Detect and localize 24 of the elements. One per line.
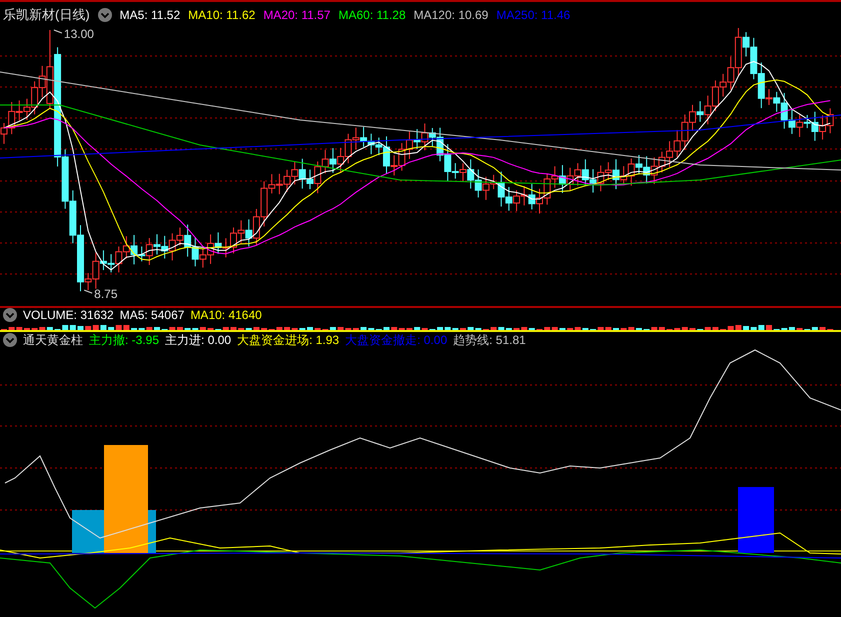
moving-average-value: MA10: 11.62 bbox=[188, 7, 256, 24]
indicator-value: 主力撤: -3.95 bbox=[89, 332, 160, 349]
volume-value: VOLUME: 31632 bbox=[23, 307, 114, 324]
volume-value: MA5: 54067 bbox=[120, 307, 184, 324]
indicator-value: 大盘资金进场: 1.93 bbox=[237, 332, 340, 349]
leader-line bbox=[53, 30, 62, 34]
volume-value: MA10: 41640 bbox=[190, 307, 262, 324]
leader-line bbox=[84, 290, 93, 294]
dropdown-icon[interactable] bbox=[3, 308, 17, 322]
moving-average-value: MA60: 11.28 bbox=[338, 7, 406, 24]
indicator-title: 通天黄金柱 bbox=[23, 332, 83, 349]
dropdown-icon[interactable] bbox=[98, 8, 112, 22]
price-label: 8.75 bbox=[94, 287, 118, 302]
indicator-value: 主力进: 0.00 bbox=[165, 332, 232, 349]
dropdown-icon[interactable] bbox=[3, 333, 17, 347]
moving-average-value: MA250: 11.46 bbox=[496, 7, 570, 24]
stock-title: 乐凯新材(日线) bbox=[3, 6, 90, 24]
moving-average-value: MA20: 11.57 bbox=[263, 7, 330, 24]
price-label: 13.00 bbox=[64, 28, 94, 41]
indicator-bar bbox=[738, 487, 774, 553]
moving-average-value: MA120: 10.69 bbox=[414, 7, 488, 24]
moving-average-value: MA5: 11.52 bbox=[120, 7, 180, 24]
indicator-value: 大盘资金撤走: 0.00 bbox=[345, 332, 448, 349]
indicator-value: 趋势线: 51.81 bbox=[453, 332, 526, 349]
